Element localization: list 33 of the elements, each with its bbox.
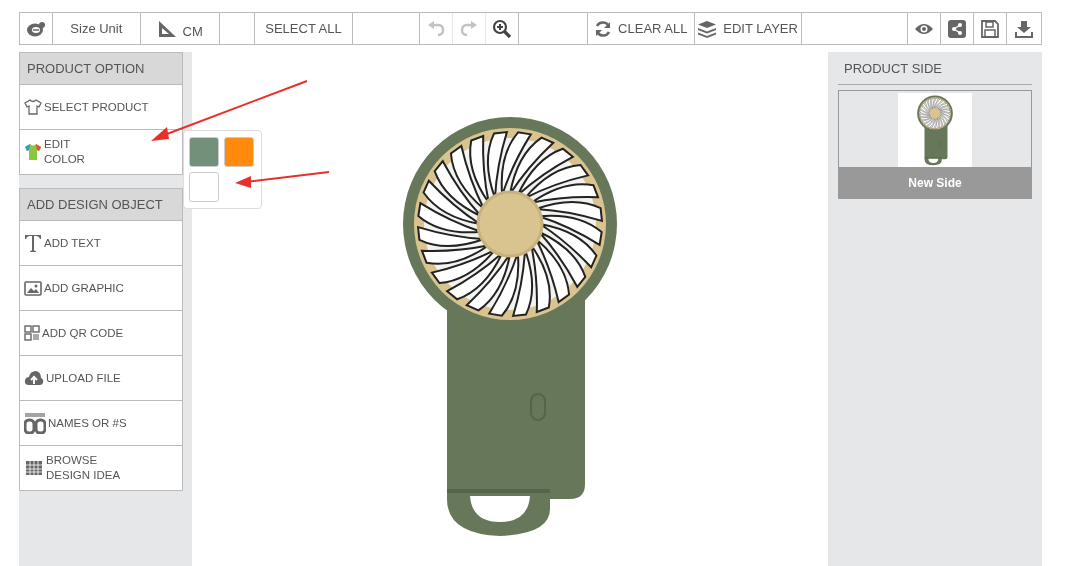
- redo-icon: [460, 20, 479, 37]
- menu-item[interactable]: EDIT COLOR: [19, 130, 183, 175]
- menu-item[interactable]: SELECT PRODUCT: [19, 85, 183, 130]
- menu-item[interactable]: ADD QR CODE: [19, 311, 183, 356]
- menu-item[interactable]: ADD GRAPHIC: [19, 266, 183, 311]
- text-icon: [24, 233, 42, 253]
- menu-item[interactable]: ADD TEXT: [19, 221, 183, 266]
- zoom-in-icon: [492, 18, 513, 39]
- layers-icon: [697, 19, 718, 38]
- picture-icon: [24, 280, 42, 296]
- color-swatch[interactable]: [189, 172, 219, 202]
- logo-icon: [25, 20, 46, 37]
- menu-item[interactable]: BROWSE DESIGN IDEA: [19, 446, 183, 491]
- save-icon: [981, 19, 1000, 38]
- shirt-icon: [24, 142, 42, 162]
- t-shirt-icon: [24, 98, 42, 116]
- eye-icon: [914, 21, 935, 36]
- share-icon: [948, 19, 967, 38]
- menu-item[interactable]: UPLOAD FILE: [19, 356, 183, 401]
- refresh-icon: [594, 19, 613, 38]
- name-number-icon: [24, 412, 46, 434]
- menu-item[interactable]: NAMES OR #S: [19, 401, 183, 446]
- panel-title: PRODUCT SIDE: [838, 52, 1032, 85]
- section-header: PRODUCT OPTION: [19, 52, 183, 85]
- qr-code-icon: [24, 325, 40, 341]
- size-unit-label: Size Unit: [70, 21, 123, 36]
- undo-icon: [427, 20, 446, 37]
- color-swatch[interactable]: [189, 137, 219, 167]
- cloud-upload-icon: [24, 369, 44, 387]
- section-header: ADD DESIGN OBJECT: [19, 188, 183, 221]
- grid-icon: [24, 459, 44, 477]
- download-icon: [1015, 19, 1034, 38]
- color-swatch[interactable]: [224, 137, 254, 167]
